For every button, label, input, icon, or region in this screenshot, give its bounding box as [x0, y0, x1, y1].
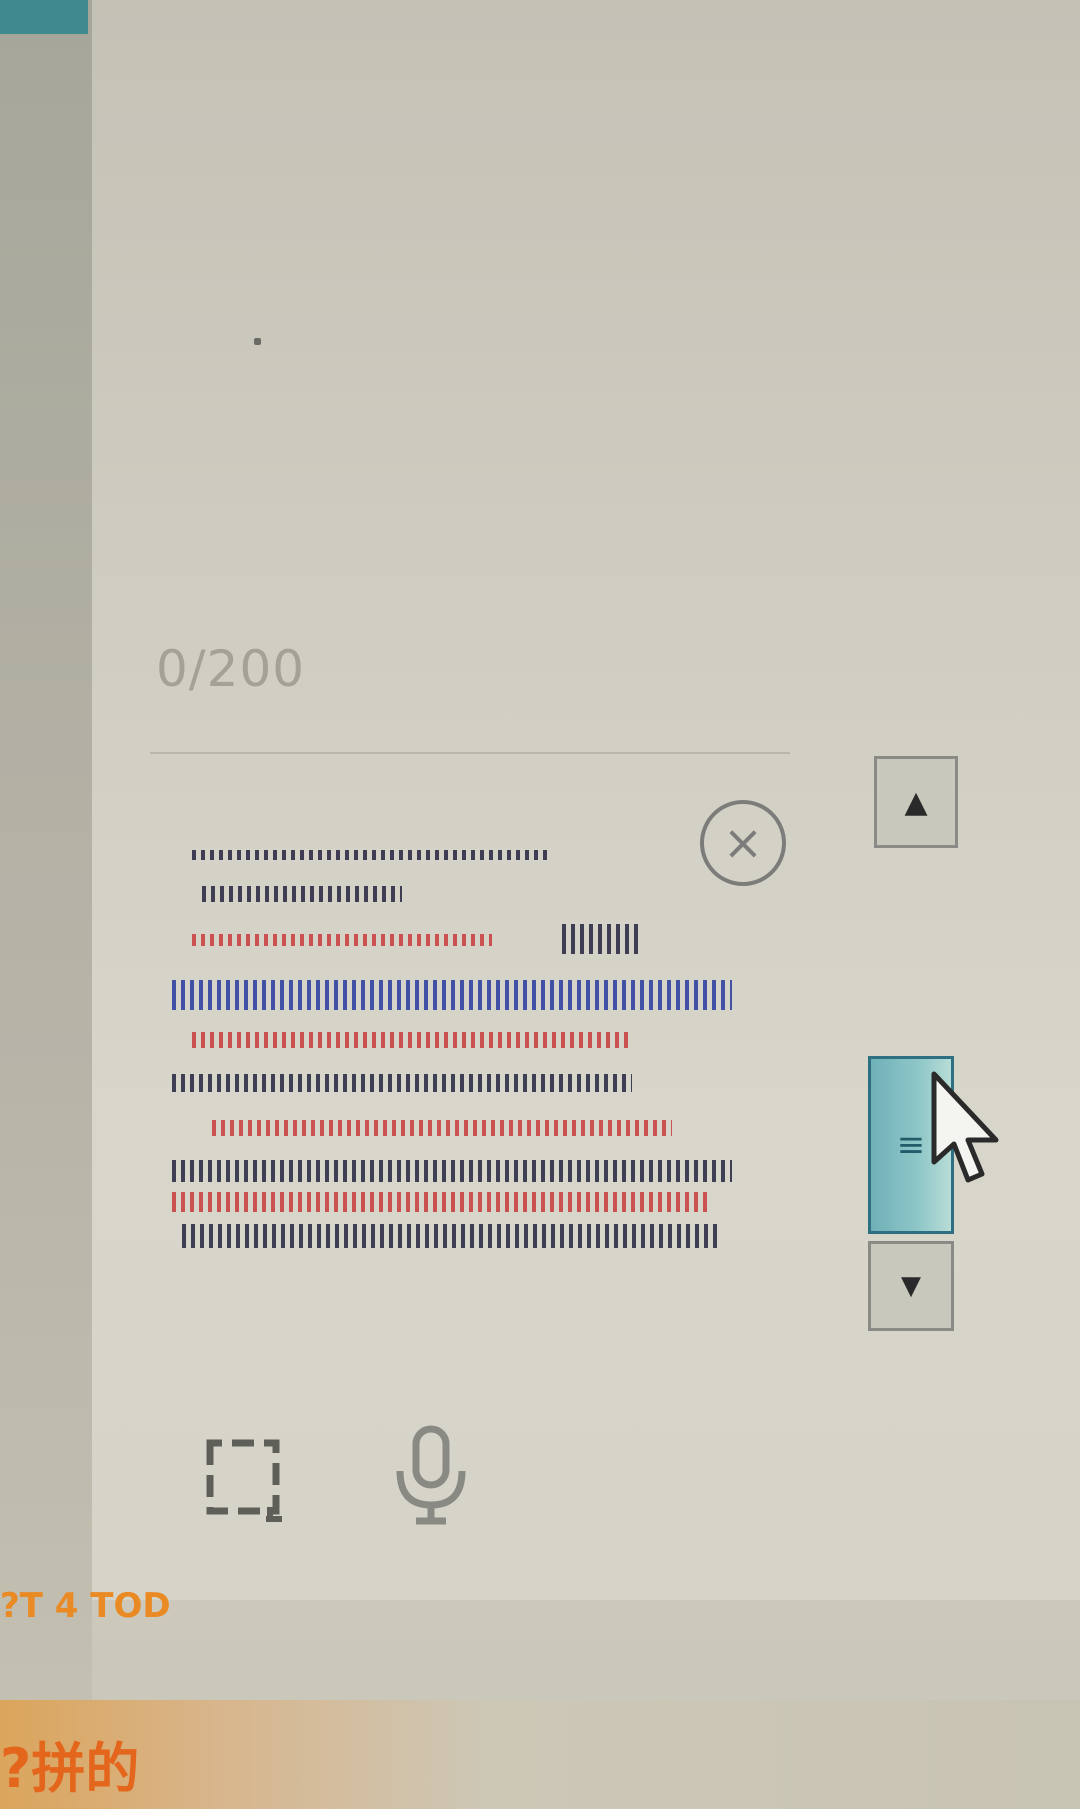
chevron-down-icon: ▼ — [901, 1271, 921, 1301]
quote-line — [202, 886, 402, 902]
quote-line — [212, 1120, 672, 1136]
microphone-icon[interactable] — [388, 1425, 478, 1525]
mouse-cursor-icon — [931, 1071, 999, 1183]
quote-line — [182, 1224, 722, 1248]
teal-header-corner — [0, 0, 88, 34]
scroll-down-button[interactable]: ▼ — [868, 1241, 954, 1331]
grip-icon: ≡ — [896, 1125, 926, 1165]
scroll-up-button[interactable]: ▲ — [874, 756, 958, 848]
quote-line — [562, 924, 642, 954]
footer-meta-left: ?T 4 TOD — [0, 1586, 171, 1626]
input-divider — [150, 752, 790, 754]
quote-line — [172, 980, 732, 1010]
quote-line — [172, 1192, 712, 1212]
chevron-up-icon: ▲ — [904, 784, 928, 820]
quote-line — [172, 1074, 632, 1092]
screenshot-icon[interactable] — [200, 1425, 290, 1525]
footer-meta-row: ?T 4 TOD — [0, 1586, 1080, 1638]
footer-action-bar[interactable]: ?拼的 — [0, 1700, 1080, 1809]
quote-line — [172, 1160, 732, 1182]
vertical-scrollbar[interactable]: ▲ ≡ ▼ — [866, 756, 966, 1336]
quote-line — [192, 1032, 632, 1048]
footer-action-label[interactable]: ?拼的 — [0, 1724, 139, 1803]
stray-mark — [254, 338, 261, 345]
quoted-message-preview[interactable] — [172, 820, 752, 1260]
char-counter: 0/200 — [156, 640, 306, 698]
clear-quote-button[interactable]: × — [700, 800, 786, 886]
close-icon: × — [722, 815, 764, 871]
quote-line — [192, 850, 552, 860]
left-sidebar-strip — [0, 0, 92, 1809]
quote-line — [192, 934, 492, 946]
